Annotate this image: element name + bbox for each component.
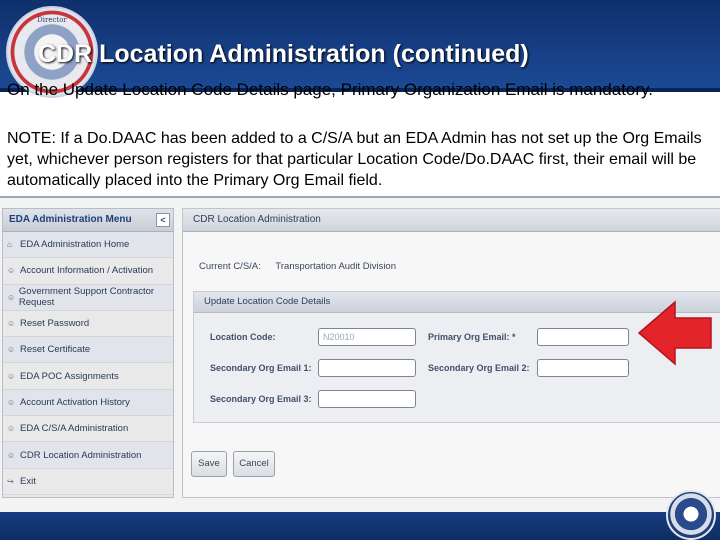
current-csa-label: Current C/S/A: [199,261,261,272]
slide-title: CDR Location Administration (continued) [38,40,529,68]
sidebar-item-reset-certificate[interactable]: ☺ Reset Certificate [3,337,173,364]
footer-bar [0,512,720,540]
sidebar-item-contractor-request[interactable]: ☺ Government Support Contractor Request [3,284,173,311]
sidebar-item-eda-poc-assignments[interactable]: ☺ EDA POC Assignments [3,363,173,390]
sidebar-item-label: Reset Certificate [20,344,91,356]
secondary-org-email-1-input[interactable] [318,359,416,377]
sidebar-item-label: EDA POC Assignments [20,370,119,382]
collapse-button[interactable]: < [156,213,170,227]
sidebar-header: EDA Administration Menu < [3,209,173,232]
sidebar-item-label: CDR Location Administration [20,449,142,461]
primary-org-email-input[interactable] [537,328,629,346]
sidebar-item-account-information[interactable]: ☺ Account Information / Activation [3,258,173,285]
exit-icon: ↪ [7,476,14,486]
user-icon: ☺ [7,450,16,460]
sidebar-item-cdr-location-administration[interactable]: ☺ CDR Location Administration [3,442,173,469]
user-icon: ☺ [7,292,16,302]
sidebar-item-reset-password[interactable]: ☺ Reset Password [3,311,173,338]
user-icon: ☺ [7,345,16,355]
sidebar-item-eda-csa-administration[interactable]: ☺ EDA C/S/A Administration [3,416,173,443]
secondary-org-email-1-label: Secondary Org Email 1: [210,363,312,373]
user-icon: ☺ [7,319,16,329]
panel-header: CDR Location Administration [183,209,720,232]
secondary-org-email-3-label: Secondary Org Email 3: [210,394,312,404]
location-code-label: Location Code: [210,332,276,342]
lead-text: On the Update Location Code Details page… [7,80,654,99]
cancel-button[interactable]: Cancel [233,451,275,477]
sidebar-item-label: EDA Administration Home [20,239,130,251]
sidebar-item-label: Exit [20,475,36,487]
application-screenshot: EDA Administration Menu < ⌂ EDA Administ… [0,196,720,514]
eda-admin-sidebar: EDA Administration Menu < ⌂ EDA Administ… [2,208,174,498]
secondary-org-email-3-input[interactable] [318,390,416,408]
home-icon: ⌂ [7,240,12,250]
user-icon: ☺ [7,266,16,276]
location-code-input[interactable] [318,328,416,346]
sidebar-item-label: EDA C/S/A Administration [20,423,129,435]
save-button[interactable]: Save [191,451,227,477]
user-icon: ☺ [7,397,16,407]
user-icon: ☺ [7,424,16,434]
sidebar-title: EDA Administration Menu [9,214,132,225]
secondary-org-email-2-input[interactable] [537,359,629,377]
sidebar-item-label: Reset Password [20,318,90,330]
note-text: NOTE: If a Do.DAAC has been added to a C… [7,130,702,189]
primary-org-email-label: Primary Org Email: * [428,332,516,342]
department-seal-icon [666,490,716,540]
sidebar-item-label: Government Support Contractor Request [18,286,155,309]
sidebar-item-label: Account Information / Activation [20,265,154,277]
sidebar-item-exit[interactable]: ↪ Exit [3,469,173,495]
callout-arrow-icon [637,300,712,366]
current-csa-row: Current C/S/A: Transportation Audit Divi… [199,261,396,272]
user-icon: ☺ [7,371,16,381]
sidebar-item-account-activation-history[interactable]: ☺ Account Activation History [3,389,173,417]
seal-lettering: Director [37,16,67,24]
secondary-org-email-2-label: Secondary Org Email 2: [428,363,530,373]
sidebar-item-eda-administration-home[interactable]: ⌂ EDA Administration Home [3,232,173,259]
current-csa-value: Transportation Audit Division [275,261,396,272]
sidebar-item-label: Account Activation History [20,396,130,408]
